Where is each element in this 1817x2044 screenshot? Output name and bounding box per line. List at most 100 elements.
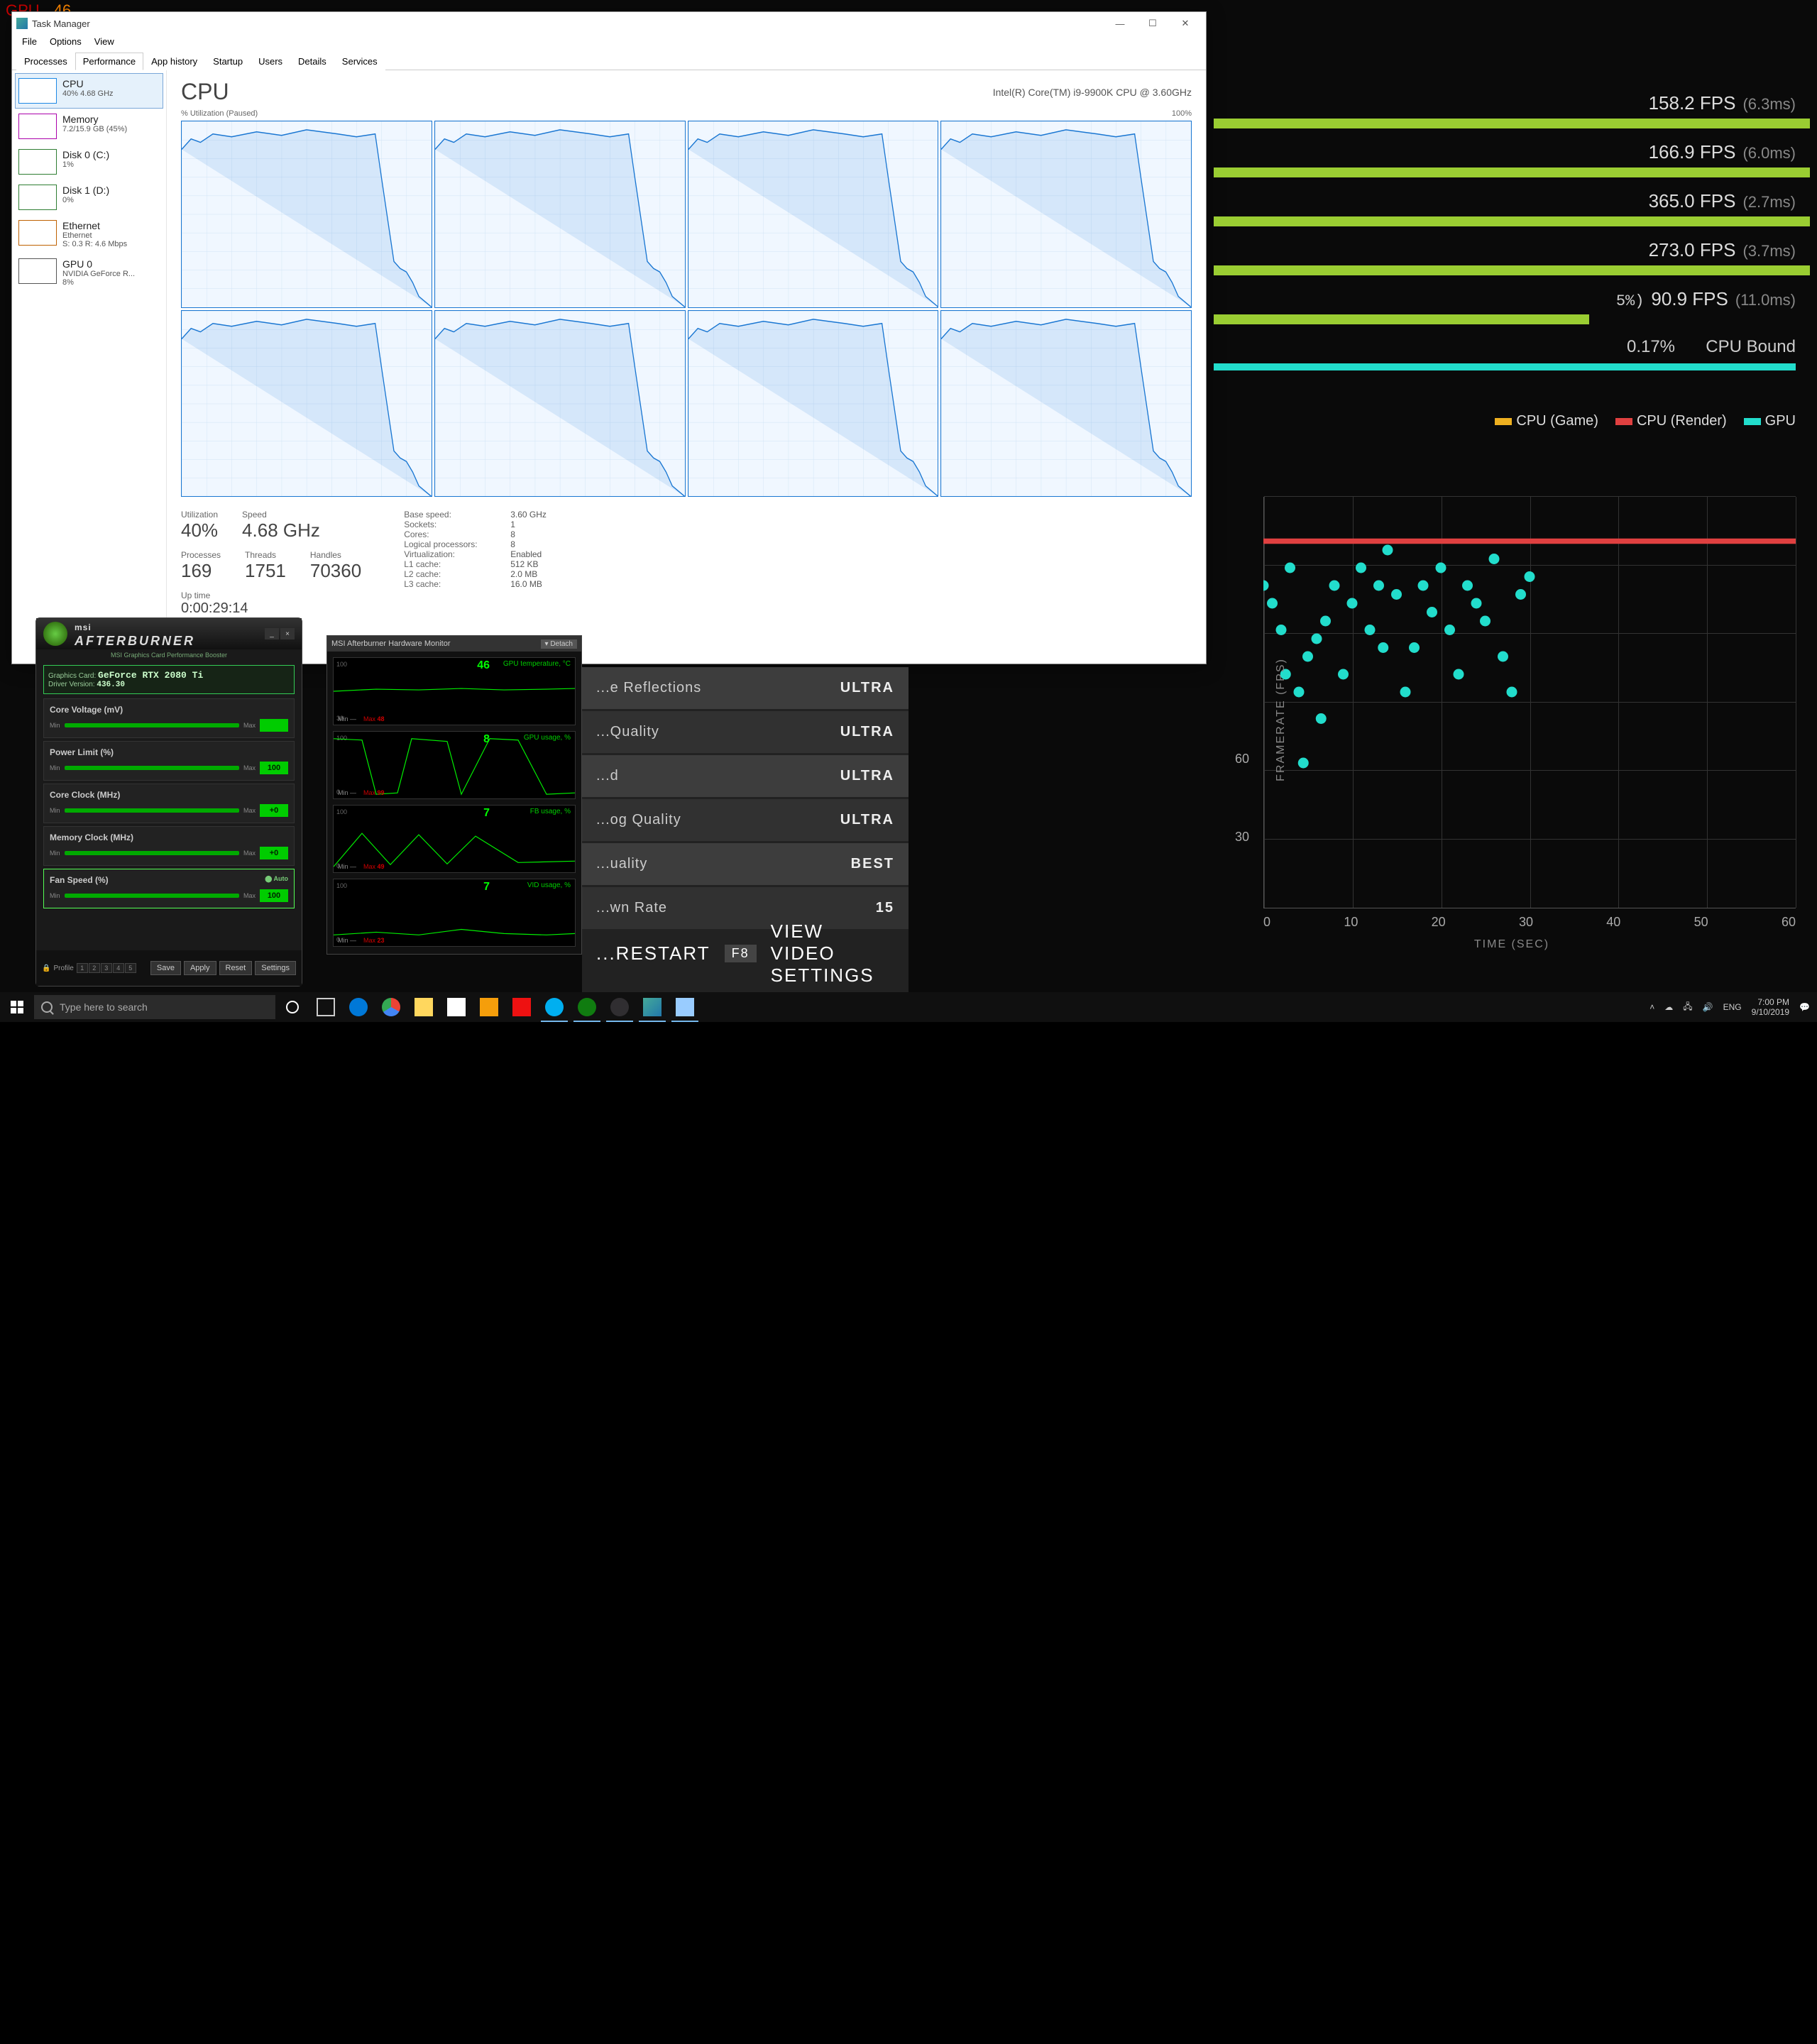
search-box[interactable]: Type here to search — [34, 995, 275, 1019]
core-chart-0[interactable] — [181, 121, 432, 308]
tray-network-icon[interactable]: 🖧 — [1683, 1000, 1692, 1015]
tray-volume-icon[interactable]: 🔊 — [1703, 1002, 1713, 1012]
xbox-icon — [578, 998, 596, 1016]
taskmgr-button[interactable] — [636, 992, 669, 1022]
explorer-button[interactable] — [407, 992, 440, 1022]
hwmon-chart-2[interactable]: 1000 FB usage, % 7 Min —Max 49 — [333, 805, 576, 873]
skype-button[interactable] — [538, 992, 571, 1022]
hwmon-chart-3[interactable]: 1000 VID usage, % 7 Min —Max 23 — [333, 879, 576, 947]
game-settings-panel[interactable]: ...e ReflectionsULTRA...QualityULTRA...d… — [582, 667, 908, 994]
close-button[interactable]: ✕ — [1169, 13, 1202, 33]
edge-icon — [349, 998, 368, 1016]
edge-button[interactable] — [342, 992, 375, 1022]
skype-icon — [545, 998, 564, 1016]
apply-button[interactable]: Apply — [184, 961, 216, 975]
taskview-button[interactable] — [309, 992, 342, 1022]
folder-icon — [415, 998, 433, 1016]
setting-row[interactable]: ...e ReflectionsULTRA — [582, 667, 908, 709]
windows-icon — [11, 1001, 23, 1013]
ab-minimize-button[interactable]: _ — [265, 628, 279, 639]
msi-hwmonitor-window[interactable]: MSI Afterburner Hardware Monitor ▾ Detac… — [326, 635, 582, 955]
core-chart-3[interactable] — [940, 121, 1192, 308]
app1-button[interactable] — [473, 992, 505, 1022]
core-chart-4[interactable] — [181, 310, 432, 498]
taskbar[interactable]: Type here to search ˄ ☁ 🖧 🔊 ENG — [0, 992, 1817, 1022]
chart-ylabel: FRAMERATE (FPS) — [1275, 658, 1288, 781]
menubar[interactable]: File Options View — [12, 35, 1206, 52]
ab-titlebar[interactable]: msi AFTERBURNER _ × — [36, 618, 302, 649]
app3-button[interactable] — [669, 992, 701, 1022]
menu-options[interactable]: Options — [44, 35, 87, 52]
save-button[interactable]: Save — [150, 961, 181, 975]
start-button[interactable] — [0, 992, 34, 1022]
tray-chevron-icon[interactable]: ˄ — [1649, 1002, 1654, 1012]
sidebar-item-net[interactable]: EthernetEthernetS: 0.3 R: 4.6 Mbps — [15, 215, 163, 253]
tab-performance[interactable]: Performance — [75, 53, 143, 70]
xbox-button[interactable] — [571, 992, 603, 1022]
cortana-button[interactable] — [275, 1001, 309, 1013]
settings-button[interactable]: Settings — [255, 961, 296, 975]
slider-fan-speed-[interactable]: Fan Speed (%)⬤ Auto MinMax100 — [43, 869, 295, 908]
detach-button[interactable]: ▾ Detach — [541, 639, 577, 649]
perf-sidebar[interactable]: CPU40% 4.68 GHz Memory7.2/15.9 GB (45%) … — [12, 70, 167, 664]
tab-users[interactable]: Users — [251, 53, 290, 70]
tabs[interactable]: Processes Performance App history Startu… — [12, 52, 1206, 70]
chrome-button[interactable] — [375, 992, 407, 1022]
obs-icon — [610, 998, 629, 1016]
store-button[interactable] — [440, 992, 473, 1022]
slider-core-clock-mhz-[interactable]: Core Clock (MHz) MinMax+0 — [43, 784, 295, 823]
store-icon — [447, 998, 466, 1016]
maximize-button[interactable]: ☐ — [1136, 13, 1169, 33]
titlebar[interactable]: Task Manager — ☐ ✕ — [12, 12, 1206, 35]
core-charts[interactable] — [181, 121, 1192, 497]
fps-row: 365.0 FPS(2.7ms) — [1214, 190, 1810, 226]
core-chart-6[interactable] — [688, 310, 939, 498]
hwmon-titlebar[interactable]: MSI Afterburner Hardware Monitor ▾ Detac… — [327, 636, 581, 652]
tray-clock[interactable]: 7:00 PM 9/10/2019 — [1752, 997, 1789, 1018]
setting-row[interactable]: ...ualityBEST — [582, 843, 908, 885]
slider-core-voltage-mv-[interactable]: Core Voltage (mV) MinMax — [43, 698, 295, 738]
tray-cloud-icon[interactable]: ☁ — [1664, 1002, 1673, 1012]
stat-proc-label: Processes — [181, 550, 221, 560]
tab-apphistory[interactable]: App history — [143, 53, 205, 70]
ab-close-button[interactable]: × — [280, 628, 295, 639]
app3-icon — [676, 998, 694, 1016]
core-chart-5[interactable] — [434, 310, 686, 498]
setting-row[interactable]: ...QualityULTRA — [582, 711, 908, 753]
tab-details[interactable]: Details — [290, 53, 334, 70]
stat-util-label: Utilization — [181, 510, 218, 520]
setting-row[interactable]: ...og QualityULTRA — [582, 799, 908, 841]
tray-notifications-icon[interactable]: 💬 — [1799, 1002, 1810, 1012]
slider-power-limit-[interactable]: Power Limit (%) MinMax100 — [43, 741, 295, 781]
sidebar-item-mem[interactable]: Memory7.2/15.9 GB (45%) — [15, 109, 163, 144]
hwmon-chart-1[interactable]: 1000 GPU usage, % 8 Min —Max 99 — [333, 731, 576, 799]
menu-file[interactable]: File — [16, 35, 43, 52]
tab-startup[interactable]: Startup — [205, 53, 251, 70]
sidebar-item-disk[interactable]: Disk 0 (C:)1% — [15, 144, 163, 180]
settings-footer[interactable]: ...RESTARTF8VIEW VIDEO SETTINGS — [582, 913, 908, 994]
tab-services[interactable]: Services — [334, 53, 385, 70]
sidebar-item-disk[interactable]: Disk 1 (D:)0% — [15, 180, 163, 215]
obs-button[interactable] — [603, 992, 636, 1022]
msi-afterburner-window[interactable]: msi AFTERBURNER _ × MSI Graphics Card Pe… — [35, 617, 302, 987]
menu-view[interactable]: View — [89, 35, 120, 52]
core-chart-7[interactable] — [940, 310, 1192, 498]
tab-processes[interactable]: Processes — [16, 53, 75, 70]
core-chart-2[interactable] — [688, 121, 939, 308]
fps-row: 273.0 FPS(3.7ms) — [1214, 239, 1810, 275]
slider-memory-clock-mhz-[interactable]: Memory Clock (MHz) MinMax+0 — [43, 826, 295, 866]
profile-slots[interactable]: 12345 — [77, 963, 136, 973]
task-manager-window[interactable]: Task Manager — ☐ ✕ File Options View Pro… — [11, 11, 1207, 664]
reset-button[interactable]: Reset — [219, 961, 253, 975]
tray-lang[interactable]: ENG — [1723, 1002, 1742, 1012]
sidebar-item-gpu[interactable]: GPU 0NVIDIA GeForce R...8% — [15, 253, 163, 292]
minimize-button[interactable]: — — [1104, 13, 1136, 33]
stat-speed-label: Speed — [242, 510, 320, 520]
app2-button[interactable] — [505, 992, 538, 1022]
system-tray[interactable]: ˄ ☁ 🖧 🔊 ENG 7:00 PM 9/10/2019 💬 — [1642, 997, 1817, 1018]
hwmon-chart-0[interactable]: 10030 GPU temperature, °C 46 Min —Max 48 — [333, 657, 576, 725]
sidebar-item-cpu[interactable]: CPU40% 4.68 GHz — [15, 73, 163, 109]
fps-overlay: 158.2 FPS(6.3ms) 166.9 FPS(6.0ms) 365.0 … — [1214, 92, 1810, 429]
core-chart-1[interactable] — [434, 121, 686, 308]
setting-row[interactable]: ...dULTRA — [582, 755, 908, 797]
